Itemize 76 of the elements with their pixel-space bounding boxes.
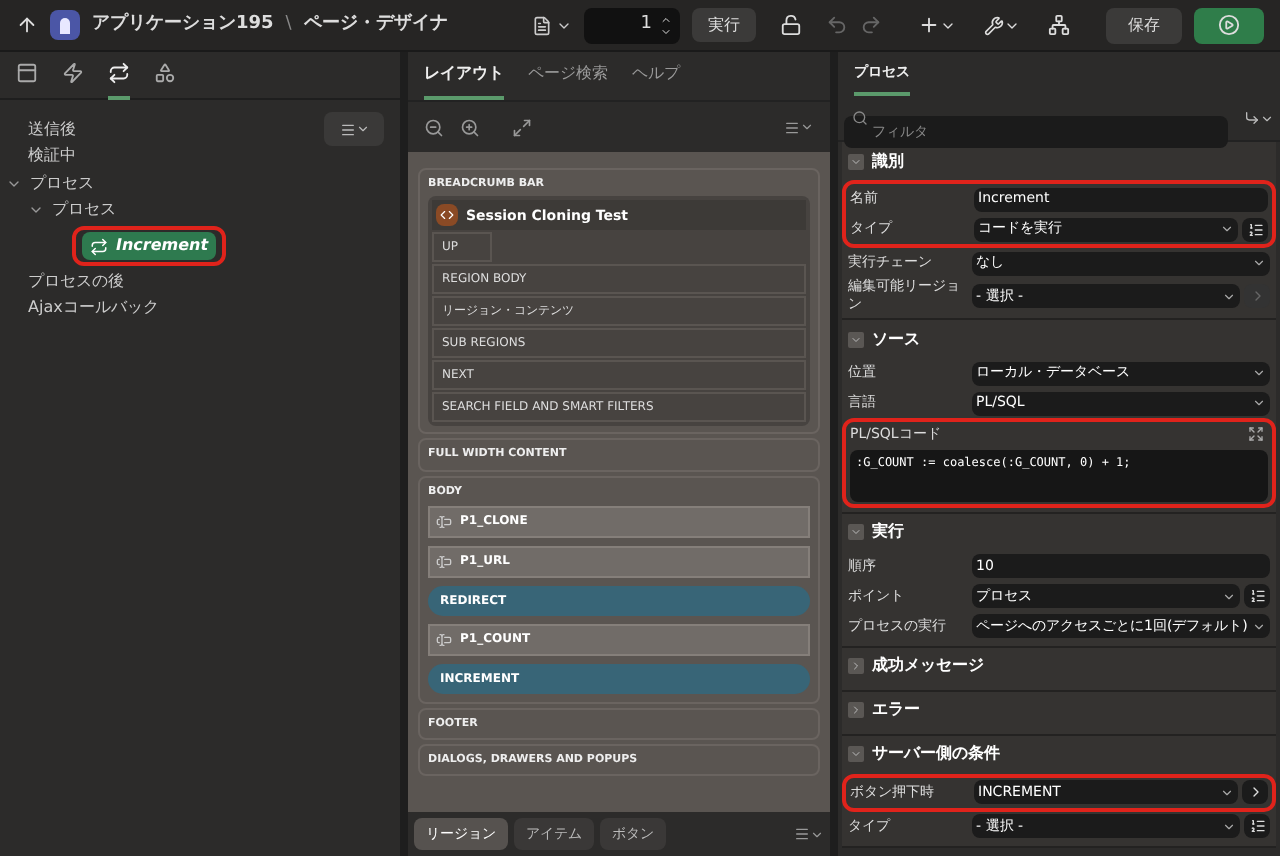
caret-icon[interactable] xyxy=(810,827,824,841)
section-heading: 実行 xyxy=(872,520,904,544)
lightning-icon[interactable] xyxy=(62,62,84,84)
list-icon[interactable] xyxy=(1249,588,1265,604)
caret-icon[interactable] xyxy=(1222,589,1236,603)
loop-icon xyxy=(90,237,108,255)
breadcrumb-separator: \ xyxy=(285,11,292,38)
menu-dropdown[interactable] xyxy=(324,112,384,146)
caret-icon[interactable] xyxy=(1252,256,1266,270)
menu-icon[interactable] xyxy=(794,826,810,842)
up-arrow-icon[interactable] xyxy=(16,14,38,36)
code-icon xyxy=(436,204,458,227)
tree-item[interactable]: Increment xyxy=(82,232,217,260)
play-icon[interactable] xyxy=(1218,14,1240,36)
caret-icon[interactable] xyxy=(1222,289,1236,303)
text-field-icon xyxy=(436,513,452,530)
go-to-button[interactable] xyxy=(1242,780,1268,804)
step-up-icon[interactable] xyxy=(660,13,672,25)
app-icon xyxy=(50,10,80,40)
expand-icon[interactable] xyxy=(1248,426,1264,443)
list-button[interactable] xyxy=(1242,217,1268,241)
page-number-field[interactable]: 1 xyxy=(584,7,680,43)
tree-item[interactable]: 検証中 xyxy=(28,144,76,169)
go-to-icon[interactable] xyxy=(1244,110,1260,126)
tree-item[interactable]: 送信後 xyxy=(28,117,76,142)
undo-icon[interactable] xyxy=(826,14,848,36)
save-button[interactable]: 保存 xyxy=(1106,7,1182,43)
list-button[interactable] xyxy=(1244,584,1270,608)
lock-icon[interactable] xyxy=(780,14,802,36)
menu-icon[interactable] xyxy=(339,121,355,137)
search-icon xyxy=(852,110,868,126)
caret-icon[interactable] xyxy=(800,120,814,134)
tab[interactable]: ページ検索 xyxy=(528,52,608,100)
caret-icon[interactable] xyxy=(1252,366,1266,380)
section-heading: サーバー側の条件 xyxy=(872,742,1000,766)
shapes-icon[interactable] xyxy=(154,62,176,84)
step-down-icon[interactable] xyxy=(660,25,672,37)
zoom-out-icon[interactable] xyxy=(424,117,444,137)
save-and-run-button[interactable] xyxy=(1194,7,1264,43)
redo-icon[interactable] xyxy=(860,14,882,36)
tab[interactable]: ヘルプ xyxy=(632,52,680,100)
expand-icon[interactable] xyxy=(512,117,532,137)
list-icon[interactable] xyxy=(1249,818,1265,834)
collapse-icon[interactable] xyxy=(848,153,864,169)
caret-icon[interactable] xyxy=(1222,819,1236,833)
tree-item[interactable]: Ajaxコールバック xyxy=(28,296,159,321)
layout-icon[interactable] xyxy=(16,62,38,84)
list-icon[interactable] xyxy=(1247,221,1263,237)
text-field-icon xyxy=(436,553,452,570)
caret-icon[interactable] xyxy=(1252,396,1266,410)
app-link[interactable]: アプリケーション195 xyxy=(92,11,274,39)
plus-icon[interactable] xyxy=(918,14,940,36)
caret-icon[interactable] xyxy=(1220,222,1234,236)
loop-icon[interactable] xyxy=(108,62,130,84)
list-button[interactable] xyxy=(1244,814,1270,838)
caret-icon[interactable] xyxy=(355,122,369,136)
shared-components-icon[interactable] xyxy=(1048,14,1070,36)
tree-item[interactable]: プロセス xyxy=(52,198,116,223)
section-heading: ソース xyxy=(872,327,920,351)
wrench-icon[interactable] xyxy=(984,15,1004,35)
tree-item[interactable]: プロセス xyxy=(30,171,94,196)
section-heading: 識別 xyxy=(872,149,904,173)
caret-icon[interactable] xyxy=(1260,111,1274,125)
section-heading: エラー xyxy=(872,698,920,722)
page-icon[interactable] xyxy=(532,15,552,35)
page-title: ページ・デザイナ xyxy=(303,11,448,38)
caret-icon[interactable] xyxy=(1220,785,1234,799)
caret-icon[interactable] xyxy=(1252,619,1266,633)
menu-icon[interactable] xyxy=(784,119,800,135)
tab[interactable]: レイアウト xyxy=(424,52,504,100)
zoom-in-icon[interactable] xyxy=(460,117,480,137)
run-page-button[interactable]: 実行 xyxy=(692,8,756,42)
section-heading: 成功メッセージ xyxy=(872,654,984,678)
tree-item[interactable]: プロセスの後 xyxy=(28,269,124,294)
text-field-icon xyxy=(436,631,452,648)
collapse-icon[interactable] xyxy=(848,331,864,347)
